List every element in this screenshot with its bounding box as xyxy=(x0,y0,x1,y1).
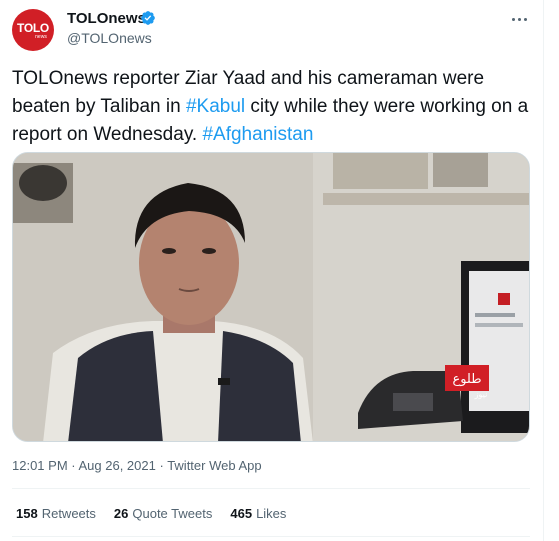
tweet-timestamp-row: 12:01 PM · Aug 26, 2021 · Twitter Web Ap… xyxy=(12,458,262,473)
tweet-time[interactable]: 12:01 PM xyxy=(12,458,68,473)
video-frame-image: طلوع نیوز xyxy=(13,153,529,441)
divider xyxy=(12,536,530,537)
verified-badge-icon xyxy=(141,11,155,25)
likes-count: 465 xyxy=(230,506,253,521)
tweet-video-media[interactable]: طلوع نیوز xyxy=(12,152,530,442)
tweet-stats-row: 158 Retweets 26 Quote Tweets 465 Likes xyxy=(16,506,286,521)
quote-tweets-count: 26 xyxy=(113,506,129,521)
more-options-button[interactable] xyxy=(508,11,530,27)
retweets-count: 158 xyxy=(16,506,38,521)
tweet-source[interactable]: Twitter Web App xyxy=(167,458,261,473)
separator-dot: · xyxy=(67,458,79,473)
more-dot xyxy=(523,17,527,21)
avatar[interactable]: TOLO news xyxy=(12,9,54,51)
video-watermark-logo: طلوع xyxy=(452,372,481,387)
likes-stat[interactable]: 465 Likes xyxy=(230,506,286,521)
tweet-date[interactable]: Aug 26, 2021 xyxy=(79,458,156,473)
avatar-logo-subtext: news xyxy=(35,34,47,40)
more-dot xyxy=(517,17,521,21)
likes-label: Likes xyxy=(256,506,287,521)
author-handle[interactable]: @TOLOnews xyxy=(67,30,152,46)
tweet-card: TOLO news TOLOnews @TOLOnews TOLOnews re… xyxy=(0,0,544,541)
separator-dot: · xyxy=(155,458,168,473)
quote-tweets-stat[interactable]: 26 Quote Tweets xyxy=(114,506,212,521)
quote-tweets-label: Quote Tweets xyxy=(132,506,213,521)
retweets-label: Retweets xyxy=(41,506,96,521)
divider xyxy=(12,488,530,489)
hashtag-afghanistan-link[interactable]: #Afghanistan xyxy=(202,124,313,145)
avatar-logo-text: TOLO xyxy=(17,21,49,35)
tweet-text: TOLOnews reporter Ziar Yaad and his came… xyxy=(12,65,537,149)
video-watermark-sub: نیوز xyxy=(474,390,488,399)
retweets-stat[interactable]: 158 Retweets xyxy=(16,506,96,521)
hashtag-kabul-link[interactable]: #Kabul xyxy=(186,96,245,117)
author-display-name[interactable]: TOLOnews xyxy=(67,10,146,27)
more-dot xyxy=(511,17,515,21)
